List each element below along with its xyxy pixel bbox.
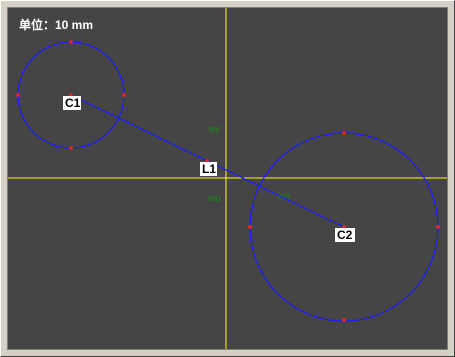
circle-c2-quadrant-bottom[interactable] — [342, 318, 346, 322]
line-l1[interactable] — [70, 94, 345, 228]
axis-label-wy: wy — [207, 124, 220, 135]
tag-c1: C1 — [63, 96, 81, 110]
drawing-svg[interactable]: wy wx wo C1 L1 C2 — [8, 8, 448, 350]
tag-c2: C2 — [335, 228, 355, 242]
circle-c1-quadrant-left[interactable] — [16, 93, 20, 97]
tag-c1-text: C1 — [65, 96, 81, 110]
circle-c1-quadrant-right[interactable] — [122, 93, 126, 97]
viewer-frame: wy wx wo C1 L1 C2 单位：10 mm — [0, 0, 455, 357]
unit-label: 单位：10 mm — [19, 18, 94, 32]
circle-c2-quadrant-top[interactable] — [342, 131, 346, 135]
circle-c1-quadrant-top[interactable] — [69, 40, 73, 44]
tag-l1: L1 — [200, 162, 217, 176]
circle-c2-quadrant-right[interactable] — [436, 225, 440, 229]
axis-label-wo: wo — [207, 193, 221, 204]
tag-c2-text: C2 — [337, 228, 353, 242]
drawing-canvas[interactable]: wy wx wo C1 L1 C2 单位：10 mm — [7, 7, 448, 350]
circle-c2-quadrant-left[interactable] — [248, 225, 252, 229]
tag-l1-text: L1 — [202, 162, 216, 176]
circle-c1-quadrant-bottom[interactable] — [69, 146, 73, 150]
